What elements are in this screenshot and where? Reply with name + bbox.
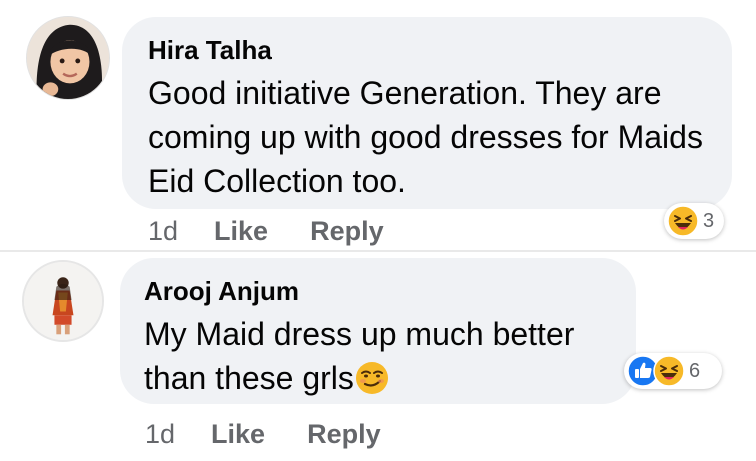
avatar[interactable]: [26, 16, 110, 100]
like-button[interactable]: Like: [211, 419, 265, 449]
comment-timestamp[interactable]: 1d: [145, 419, 175, 449]
comment-author[interactable]: Hira Talha: [148, 35, 706, 65]
reply-button[interactable]: Reply: [307, 419, 381, 449]
comment-text-line: My Maid dress up much better than these …: [144, 312, 612, 400]
comment-bubble: Hira Talha Good initiative Generation. T…: [122, 17, 732, 209]
avatar[interactable]: [22, 260, 104, 342]
comment: Arooj Anjum My Maid dress up much better…: [0, 252, 756, 461]
comment-actions: 1d Like Reply: [145, 419, 381, 449]
reaction-count: 3: [703, 209, 715, 232]
comment-author[interactable]: Arooj Anjum: [144, 276, 612, 306]
comment-bubble: Arooj Anjum My Maid dress up much better…: [120, 258, 636, 404]
comment-timestamp[interactable]: 1d: [148, 216, 178, 246]
comment-text: Good initiative Generation. They are com…: [148, 75, 703, 199]
haha-reaction-icon: [653, 355, 685, 387]
comment: Hira Talha Good initiative Generation. T…: [0, 0, 756, 250]
haha-reaction-icon: [667, 205, 699, 237]
reaction-summary[interactable]: 6: [624, 353, 722, 389]
smirk-emoji-icon: [355, 362, 388, 394]
reaction-count: 6: [689, 359, 701, 382]
avatar-photo-icon: [24, 262, 102, 340]
comment-actions: 1d Like Reply: [148, 216, 384, 246]
reaction-summary[interactable]: 3: [664, 203, 724, 239]
reply-button[interactable]: Reply: [310, 216, 384, 246]
avatar-photo-icon: [27, 17, 109, 99]
like-button[interactable]: Like: [214, 216, 268, 246]
